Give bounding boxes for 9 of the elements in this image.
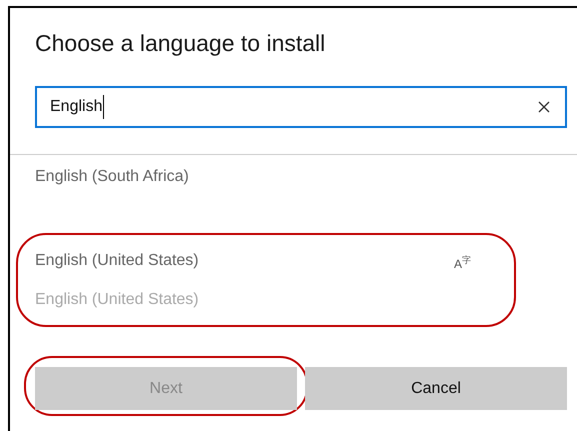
clear-icon[interactable] <box>538 101 550 113</box>
dialog-title: Choose a language to install <box>35 29 326 58</box>
language-icon: A$^{字}$ <box>454 254 471 272</box>
search-field[interactable]: English <box>35 86 567 128</box>
language-name[interactable]: English (South Africa) <box>35 165 189 189</box>
cancel-button[interactable]: Cancel <box>305 367 567 410</box>
language-name[interactable]: English (United States) <box>35 248 199 272</box>
search-value: English <box>50 95 104 119</box>
language-subtitle: English (United States) <box>35 290 199 310</box>
